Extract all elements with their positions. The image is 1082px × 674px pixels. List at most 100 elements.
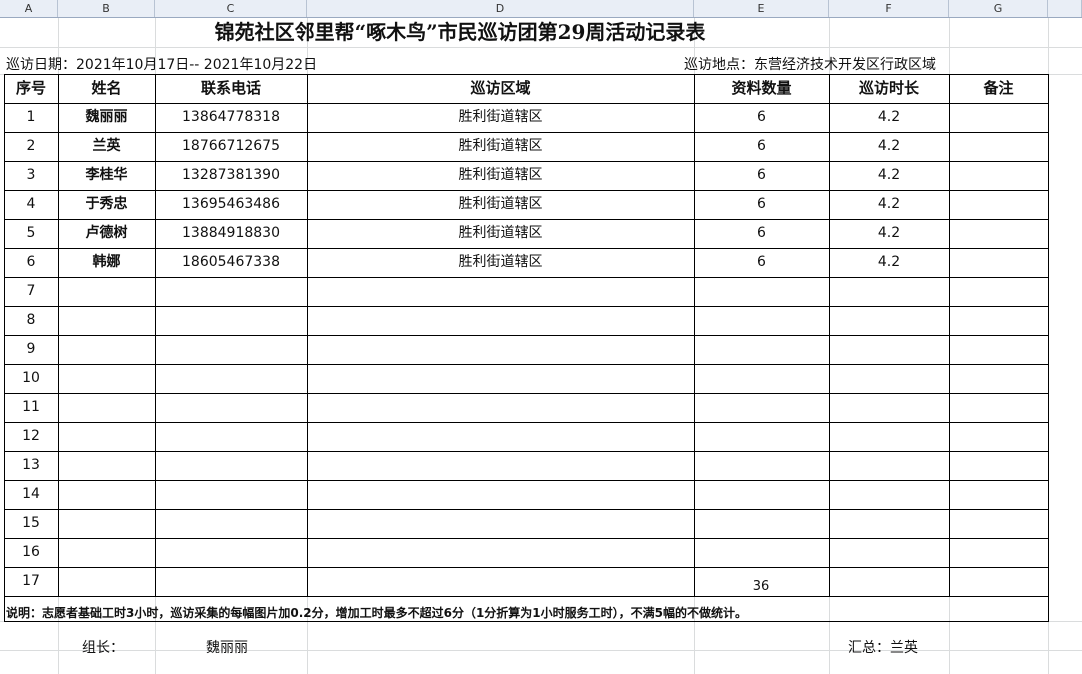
patrol-hours[interactable] (829, 422, 949, 451)
phone-number[interactable] (155, 335, 307, 364)
material-count[interactable] (694, 567, 829, 596)
patrol-area[interactable] (307, 364, 694, 393)
volunteer-name[interactable]: 兰英 (58, 132, 155, 161)
phone-number[interactable] (155, 306, 307, 335)
remark-cell[interactable] (949, 422, 1048, 451)
remark-cell[interactable] (949, 480, 1048, 509)
column-header[interactable]: A (0, 0, 58, 17)
phone-number[interactable] (155, 509, 307, 538)
material-count[interactable] (694, 480, 829, 509)
patrol-area[interactable] (307, 335, 694, 364)
volunteer-name[interactable]: 魏丽丽 (58, 103, 155, 132)
phone-number[interactable] (155, 277, 307, 306)
remark-cell[interactable] (949, 509, 1048, 538)
patrol-hours[interactable] (829, 277, 949, 306)
remark-cell[interactable] (949, 451, 1048, 480)
material-count[interactable] (694, 306, 829, 335)
phone-number[interactable]: 13695463486 (155, 190, 307, 219)
column-header[interactable]: F (829, 0, 949, 17)
volunteer-name[interactable] (58, 509, 155, 538)
patrol-hours[interactable] (829, 567, 949, 596)
remark-cell[interactable] (949, 190, 1048, 219)
volunteer-name[interactable]: 于秀忠 (58, 190, 155, 219)
patrol-hours[interactable] (829, 364, 949, 393)
row-number[interactable]: 6 (4, 248, 58, 277)
material-count[interactable]: 6 (694, 248, 829, 277)
row-number[interactable]: 16 (4, 538, 58, 567)
material-count[interactable] (694, 509, 829, 538)
row-number[interactable]: 5 (4, 219, 58, 248)
material-count[interactable]: 6 (694, 161, 829, 190)
patrol-area[interactable]: 胜利街道辖区 (307, 190, 694, 219)
volunteer-name[interactable] (58, 277, 155, 306)
material-count[interactable] (694, 364, 829, 393)
patrol-area[interactable]: 胜利街道辖区 (307, 219, 694, 248)
patrol-area[interactable]: 胜利街道辖区 (307, 132, 694, 161)
volunteer-name[interactable] (58, 364, 155, 393)
patrol-area[interactable] (307, 393, 694, 422)
material-count[interactable]: 6 (694, 132, 829, 161)
remark-cell[interactable] (949, 567, 1048, 596)
patrol-area[interactable]: 胜利街道辖区 (307, 161, 694, 190)
column-header[interactable]: D (307, 0, 694, 17)
remark-cell[interactable] (949, 161, 1048, 190)
row-number[interactable]: 15 (4, 509, 58, 538)
patrol-hours[interactable]: 4.2 (829, 103, 949, 132)
volunteer-name[interactable] (58, 335, 155, 364)
patrol-area[interactable] (307, 451, 694, 480)
patrol-area[interactable]: 胜利街道辖区 (307, 248, 694, 277)
row-number[interactable]: 17 (4, 567, 58, 596)
row-number[interactable]: 2 (4, 132, 58, 161)
material-count[interactable]: 6 (694, 190, 829, 219)
material-count[interactable] (694, 538, 829, 567)
row-number[interactable]: 9 (4, 335, 58, 364)
patrol-hours[interactable] (829, 335, 949, 364)
material-count[interactable] (694, 393, 829, 422)
phone-number[interactable]: 13864778318 (155, 103, 307, 132)
phone-number[interactable]: 13287381390 (155, 161, 307, 190)
patrol-hours[interactable] (829, 451, 949, 480)
row-number[interactable]: 3 (4, 161, 58, 190)
patrol-area[interactable] (307, 306, 694, 335)
column-header[interactable]: B (58, 0, 155, 17)
volunteer-name[interactable] (58, 306, 155, 335)
material-count[interactable] (694, 451, 829, 480)
remark-cell[interactable] (949, 103, 1048, 132)
phone-number[interactable]: 18605467338 (155, 248, 307, 277)
material-count[interactable]: 6 (694, 219, 829, 248)
column-header[interactable]: E (694, 0, 829, 17)
volunteer-name[interactable] (58, 538, 155, 567)
patrol-area[interactable] (307, 480, 694, 509)
row-number[interactable]: 14 (4, 480, 58, 509)
material-count[interactable] (694, 422, 829, 451)
patrol-hours[interactable] (829, 509, 949, 538)
volunteer-name[interactable] (58, 393, 155, 422)
row-number[interactable]: 1 (4, 103, 58, 132)
patrol-hours[interactable] (829, 538, 949, 567)
patrol-area[interactable] (307, 277, 694, 306)
remark-cell[interactable] (949, 364, 1048, 393)
patrol-hours[interactable]: 4.2 (829, 219, 949, 248)
volunteer-name[interactable]: 韩娜 (58, 248, 155, 277)
volunteer-name[interactable]: 李桂华 (58, 161, 155, 190)
volunteer-name[interactable] (58, 422, 155, 451)
remark-cell[interactable] (949, 335, 1048, 364)
column-header[interactable] (1048, 0, 1082, 17)
phone-number[interactable] (155, 393, 307, 422)
phone-number[interactable]: 18766712675 (155, 132, 307, 161)
remark-cell[interactable] (949, 219, 1048, 248)
phone-number[interactable] (155, 364, 307, 393)
column-header[interactable]: G (949, 0, 1048, 17)
remark-cell[interactable] (949, 393, 1048, 422)
volunteer-name[interactable]: 卢德树 (58, 219, 155, 248)
volunteer-name[interactable] (58, 567, 155, 596)
remark-cell[interactable] (949, 132, 1048, 161)
patrol-hours[interactable] (829, 480, 949, 509)
phone-number[interactable] (155, 538, 307, 567)
patrol-area[interactable] (307, 567, 694, 596)
row-number[interactable]: 8 (4, 306, 58, 335)
material-count[interactable]: 6 (694, 103, 829, 132)
patrol-area[interactable] (307, 538, 694, 567)
material-count[interactable] (694, 335, 829, 364)
phone-number[interactable] (155, 567, 307, 596)
